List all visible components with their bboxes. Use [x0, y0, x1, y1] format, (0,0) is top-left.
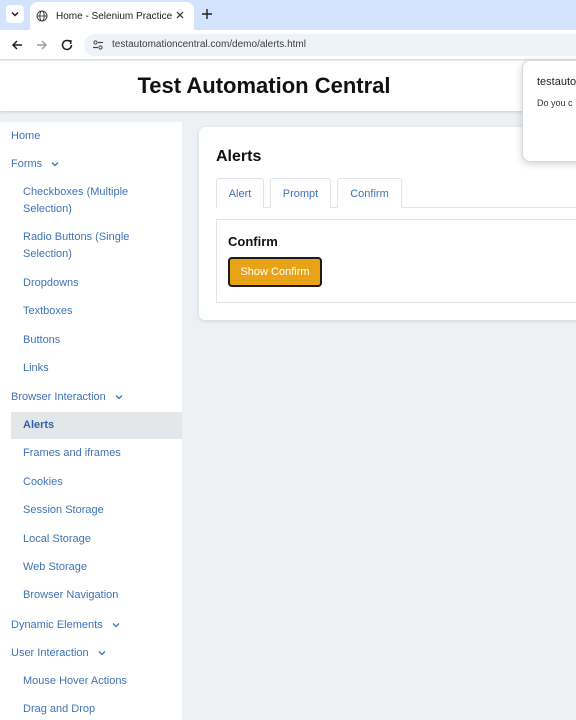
sidebar-item-links[interactable]: Links [23, 360, 163, 377]
show-confirm-button[interactable]: Show Confirm [228, 257, 322, 287]
site-info-icon[interactable] [92, 39, 104, 51]
panel-title: Confirm [228, 234, 278, 249]
sidebar-item-mouse-hover[interactable]: Mouse Hover Actions [23, 673, 163, 690]
sidebar-item-label: Session Storage [23, 504, 104, 516]
sidebar-item-label: User Interaction [11, 647, 89, 659]
browser-tab[interactable]: Home - Selenium Practice [30, 2, 194, 30]
alerts-card: Alerts Alert Prompt Confirm Confirm Show… [199, 127, 576, 320]
sidebar-item-alerts[interactable]: Alerts [23, 417, 163, 434]
page-title: Alerts [216, 148, 262, 165]
address-bar[interactable]: testautomationcentral.com/demo/alerts.ht… [84, 34, 576, 56]
tab-search-chevron-icon[interactable] [6, 5, 24, 23]
sidebar-item-textboxes[interactable]: Textboxes [23, 303, 163, 320]
sidebar-item-session-storage[interactable]: Session Storage [23, 502, 163, 519]
reload-icon[interactable] [60, 38, 74, 52]
browser-toolbar: testautomationcentral.com/demo/alerts.ht… [0, 30, 576, 60]
sidebar-item-frames[interactable]: Frames and iframes [23, 445, 163, 462]
sidebar-item-web-storage[interactable]: Web Storage [23, 559, 163, 576]
dialog-host: testauto [537, 76, 576, 88]
sidebar-item-label: Home [11, 130, 41, 142]
close-tab-icon[interactable] [174, 9, 186, 21]
sidebar-item-label: Browser Interaction [11, 391, 106, 403]
confirm-panel: Confirm Show Confirm [216, 219, 576, 303]
tab-prompt[interactable]: Prompt [270, 178, 331, 208]
sidebar-item-forms[interactable]: Forms [11, 154, 60, 174]
sidebar-item-label: Local Storage [23, 533, 91, 545]
sidebar-item-home[interactable]: Home [11, 126, 40, 146]
chevron-down-icon [111, 620, 121, 630]
sidebar-item-dropdowns[interactable]: Dropdowns [23, 275, 163, 292]
chevron-down-icon [50, 159, 60, 169]
globe-icon [36, 10, 48, 22]
tab-title: Home - Selenium Practice [56, 10, 173, 22]
sidebar-item-label: Frames and iframes [23, 447, 121, 459]
sidebar-item-drag-drop[interactable]: Drag and Drop [23, 701, 163, 718]
sidebar-item-user-interaction[interactable]: User Interaction [11, 643, 107, 663]
sidebar-item-label: Web Storage [23, 561, 88, 573]
sidebar-item-radio-buttons[interactable]: Radio Buttons (Single Selection) [23, 229, 163, 263]
site-title: Test Automation Central [137, 73, 391, 98]
sidebar-item-label: Cookies [23, 476, 63, 488]
sidebar-item-local-storage[interactable]: Local Storage [23, 531, 163, 548]
browser-tab-bar: Home - Selenium Practice [0, 0, 576, 30]
sidebar-item-checkboxes[interactable]: Checkboxes (Multiple Selection) [23, 184, 163, 218]
sidebar-item-label: Mouse Hover Actions [23, 675, 127, 687]
tab-alert[interactable]: Alert [216, 178, 264, 208]
sidebar-item-browser-interaction[interactable]: Browser Interaction [11, 387, 124, 407]
sidebar-item-label: Buttons [23, 334, 61, 346]
confirm-dialog: testauto Do you c [522, 60, 576, 162]
sidebar-item-label: Textboxes [23, 305, 73, 317]
sidebar-item-cookies[interactable]: Cookies [23, 474, 163, 491]
sidebar-item-label: Browser Navigation [23, 589, 119, 601]
sidebar-item-label: Alerts [23, 419, 55, 431]
sidebar-item-label: Drag and Drop [23, 703, 96, 715]
url-text: testautomationcentral.com/demo/alerts.ht… [112, 39, 306, 50]
site-header: Test Automation Central [0, 61, 576, 111]
new-tab-plus-icon[interactable] [200, 7, 214, 21]
sidebar-item-label: Links [23, 362, 49, 374]
dialog-message: Do you c [537, 98, 573, 108]
chevron-down-icon [114, 392, 124, 402]
sidebar-item-label: Checkboxes (Multiple Selection) [23, 186, 129, 215]
forward-arrow-icon[interactable] [35, 38, 49, 52]
chevron-down-icon [97, 648, 107, 658]
sidebar-item-buttons[interactable]: Buttons [23, 332, 163, 349]
sidebar-item-label: Dynamic Elements [11, 619, 103, 631]
sidebar-item-label: Radio Buttons (Single Selection) [23, 231, 130, 260]
sidebar-item-browser-navigation[interactable]: Browser Navigation [23, 587, 163, 604]
sidebar: Home Forms Checkboxes (Multiple Selectio… [0, 122, 182, 720]
back-arrow-icon[interactable] [10, 38, 24, 52]
sidebar-item-label: Forms [11, 158, 43, 170]
sidebar-item-label: Dropdowns [23, 277, 79, 289]
tab-confirm[interactable]: Confirm [337, 178, 402, 208]
sidebar-item-dynamic-elements[interactable]: Dynamic Elements [11, 615, 121, 635]
